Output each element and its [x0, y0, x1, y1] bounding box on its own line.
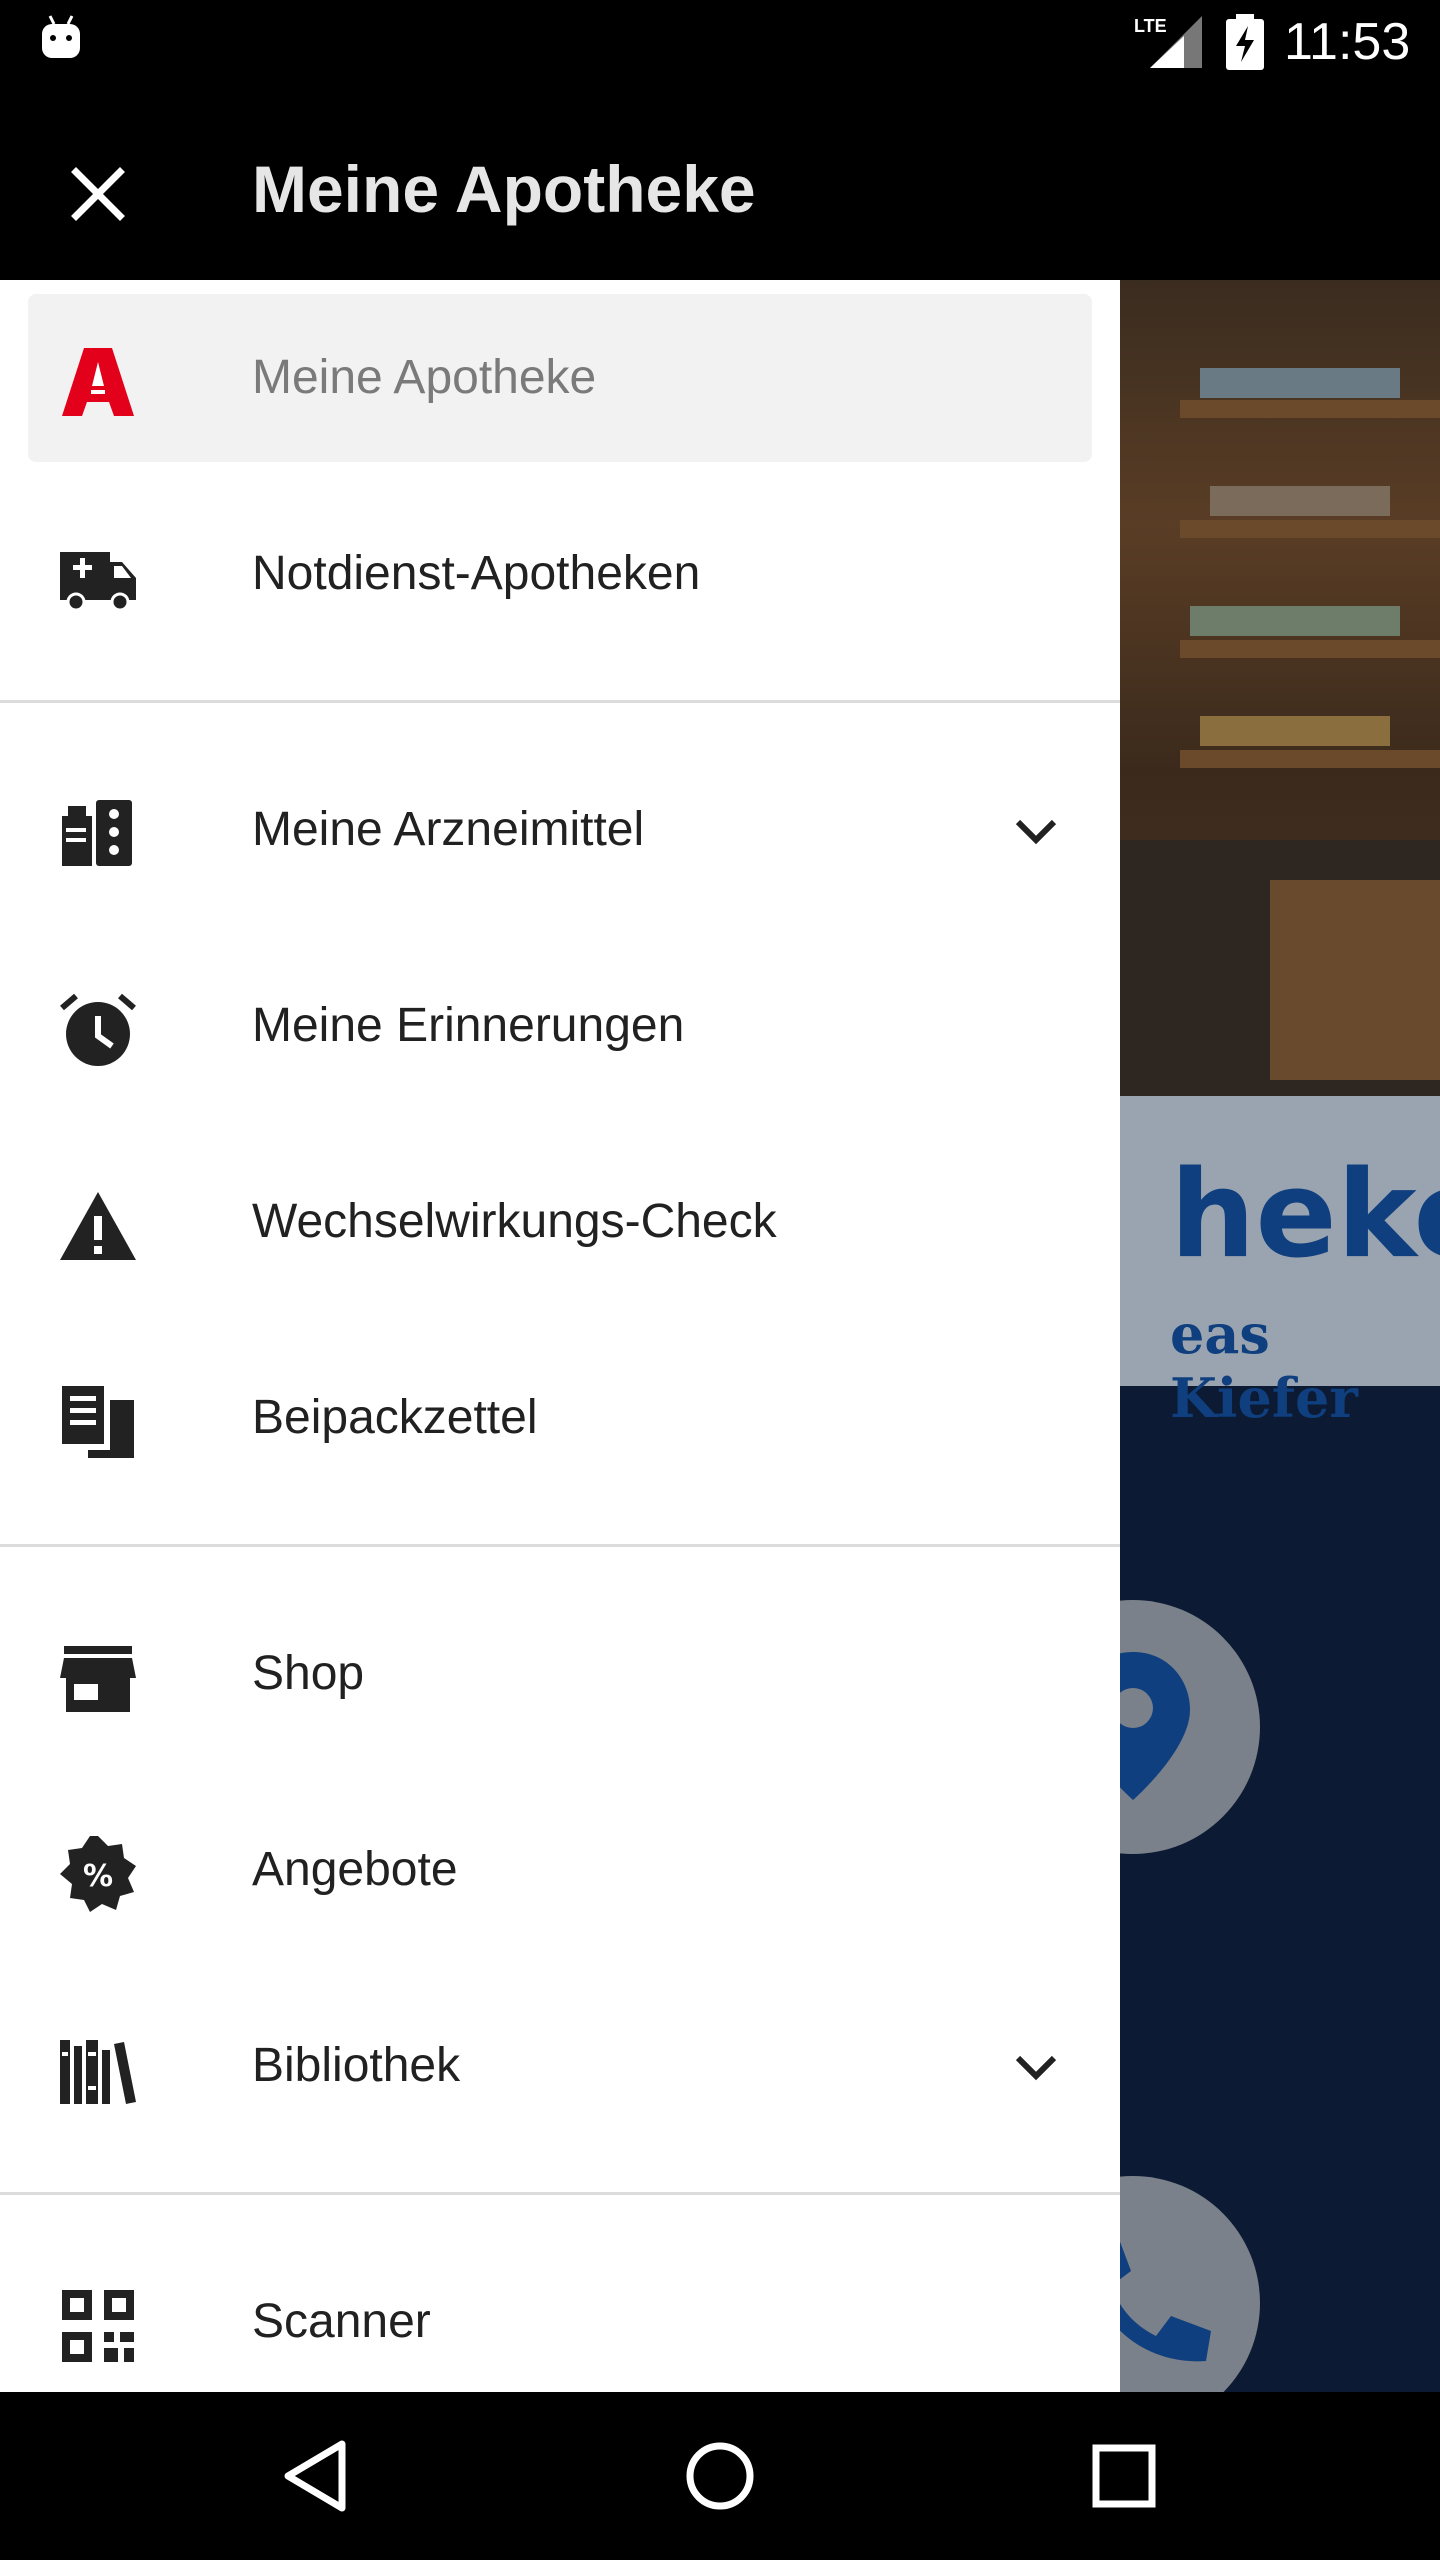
clock: 11:53 [1284, 13, 1411, 71]
ambulance-icon [60, 552, 136, 612]
background-content: heke eas Kiefer [1120, 280, 1440, 2392]
location-button[interactable] [1120, 1600, 1260, 1854]
drawer-item-label: Scanner [252, 2295, 431, 2348]
chevron-down-icon[interactable] [1010, 806, 1062, 858]
drawer-item-label: Wechselwirkungs-Check [252, 1195, 777, 1248]
app-bar: Meine Apotheke [0, 84, 1440, 280]
drawer-item-label: Notdienst-Apotheken [252, 547, 701, 600]
divider [0, 700, 1120, 703]
back-icon[interactable] [270, 2430, 362, 2522]
divider [0, 1544, 1120, 1547]
drawer-item-label: Angebote [252, 1843, 458, 1896]
medication-icon [62, 800, 132, 866]
status-bar: LTE 11:53 [0, 0, 1440, 84]
phone-icon [1120, 2241, 1211, 2362]
pharmacy-logo-banner: heke eas Kiefer [1120, 1096, 1440, 1430]
svg-text:%: % [83, 1859, 113, 1894]
home-icon[interactable] [674, 2430, 766, 2522]
drawer-item-label: Shop [252, 1647, 365, 1700]
drawer-item-meine-arzneimittel[interactable]: Meine Arzneimittel [0, 732, 1120, 928]
chevron-down-icon[interactable] [1010, 2042, 1062, 2094]
drawer-item-meine-erinnerungen[interactable]: Meine Erinnerungen [0, 928, 1120, 1124]
qr-code-icon [62, 2290, 134, 2362]
alarm-clock-icon [60, 993, 136, 1066]
drawer-item-wechselwirkungs-check[interactable]: Wechselwirkungs-Check [0, 1124, 1120, 1320]
recents-icon[interactable] [1078, 2430, 1170, 2522]
library-icon [60, 2040, 136, 2104]
page-title: Meine Apotheke [252, 152, 756, 226]
drawer-item-notdienst-apotheken[interactable]: Notdienst-Apotheken [0, 476, 1120, 672]
drawer-item-label: Meine Arzneimittel [252, 803, 645, 856]
divider [0, 2192, 1120, 2195]
warning-icon [60, 1192, 136, 1260]
store-icon [60, 1646, 136, 1712]
pharmacy-photo [1120, 280, 1440, 1096]
drawer-item-label: Meine Apotheke [252, 351, 597, 404]
location-pin-icon [1120, 1652, 1190, 1800]
leaflet-icon [62, 1386, 134, 1458]
drawer-item-label: Meine Erinnerungen [252, 999, 685, 1052]
drawer-item-shop[interactable]: Shop [0, 1576, 1120, 1772]
drawer-item-label: Bibliothek [252, 2039, 461, 2092]
drawer-item-beipackzettel[interactable]: Beipackzettel [0, 1320, 1120, 1516]
drawer-item-scanner[interactable]: Scanner [0, 2224, 1120, 2392]
drawer-item-label: Beipackzettel [252, 1391, 538, 1444]
drawer-item-meine-apotheke[interactable]: Meine Apotheke [0, 280, 1120, 476]
android-icon [42, 15, 80, 58]
drawer-item-bibliothek[interactable]: Bibliothek [0, 1968, 1120, 2164]
navigation-drawer: Meine Apotheke Notdienst-Apotheken Meine… [0, 280, 1120, 2392]
drawer-item-angebote[interactable]: % Angebote [0, 1772, 1120, 1968]
lte-signal-icon: LTE [1134, 16, 1202, 68]
close-icon[interactable] [56, 152, 140, 236]
discount-badge-icon: % [60, 1836, 136, 1912]
phone-button[interactable] [1120, 2176, 1260, 2392]
system-nav-bar [0, 2392, 1440, 2560]
battery-charging-icon [1226, 14, 1264, 70]
apotheke-logo-icon [62, 348, 134, 416]
svg-text:LTE: LTE [1134, 16, 1167, 36]
